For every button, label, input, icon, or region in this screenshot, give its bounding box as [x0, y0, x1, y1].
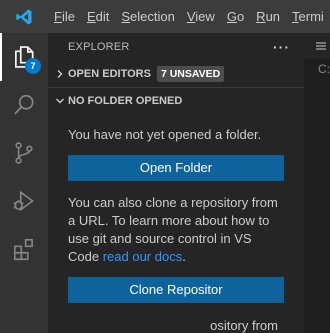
- source-control-icon[interactable]: [0, 129, 48, 177]
- explorer-badge: 7: [25, 58, 41, 74]
- more-actions-icon[interactable]: ···: [273, 39, 290, 55]
- menu-run-label: un: [265, 9, 281, 24]
- no-folder-label: NO FOLDER OPENED: [68, 94, 183, 107]
- menu-file-mnemonic: F: [54, 9, 62, 24]
- menu-run[interactable]: Run: [250, 0, 286, 33]
- vscode-logo-icon: [0, 0, 48, 33]
- menu-bar: File Edit Selection View Go Run Termi: [48, 0, 330, 33]
- menu-go-mnemonic: G: [226, 9, 237, 24]
- explorer-title: EXPLORER: [68, 41, 130, 53]
- explorer-header: EXPLORER ···: [48, 33, 304, 61]
- no-folder-section[interactable]: NO FOLDER OPENED: [48, 87, 304, 113]
- menu-terminal[interactable]: Termi: [286, 0, 330, 33]
- editor-tab-fragment[interactable]: C:: [304, 59, 330, 79]
- menu-view-label: iew: [195, 9, 215, 24]
- no-folder-message: You have not yet opened a folder.: [68, 127, 262, 142]
- chevron-right-icon: [52, 69, 68, 79]
- menu-file[interactable]: File: [48, 0, 81, 33]
- menu-terminal-label: ermi: [298, 9, 324, 24]
- title-bar: File Edit Selection View Go Run Termi: [0, 0, 330, 33]
- clone-message-suffix: .: [182, 249, 186, 264]
- read-our-docs-link[interactable]: read our docs: [103, 249, 183, 264]
- menu-view[interactable]: View: [181, 0, 221, 33]
- run-debug-icon[interactable]: [0, 177, 48, 225]
- partial-text: ository from: [210, 318, 278, 333]
- clone-message: You can also clone a repository from a U…: [68, 194, 284, 266]
- editor-area: C:: [304, 33, 330, 333]
- menu-edit[interactable]: Edit: [81, 0, 115, 33]
- menu-selection[interactable]: Selection: [115, 0, 180, 33]
- clone-repository-button[interactable]: Clone Repositor: [68, 277, 284, 303]
- explorer-sidebar: EXPLORER ··· OPEN EDITORS 7 UNSAVED NO F…: [48, 33, 304, 333]
- explorer-icon[interactable]: 7: [0, 33, 48, 81]
- activity-bar: 7: [0, 33, 48, 333]
- open-editors-label: OPEN EDITORS: [68, 68, 151, 80]
- search-icon[interactable]: [0, 81, 48, 129]
- extensions-icon[interactable]: [0, 225, 48, 273]
- open-editors-section[interactable]: OPEN EDITORS 7 UNSAVED: [48, 61, 304, 87]
- menu-selection-mnemonic: S: [121, 9, 131, 24]
- chevron-down-icon: [52, 96, 68, 106]
- open-folder-button[interactable]: Open Folder: [68, 155, 284, 181]
- menu-selection-label: election: [130, 9, 175, 24]
- welcome-content: You have not yet opened a folder. Open F…: [48, 126, 304, 333]
- menu-go[interactable]: Go: [221, 0, 250, 33]
- menu-go-label: o: [236, 9, 245, 24]
- menu-lines-icon: [316, 42, 326, 50]
- menu-edit-label: dit: [95, 9, 110, 24]
- menu-file-label: ile: [61, 9, 75, 24]
- menu-edit-mnemonic: E: [86, 9, 96, 24]
- menu-run-mnemonic: R: [256, 9, 266, 24]
- editor-tabs: [304, 33, 330, 59]
- unsaved-badge: 7 UNSAVED: [156, 66, 225, 82]
